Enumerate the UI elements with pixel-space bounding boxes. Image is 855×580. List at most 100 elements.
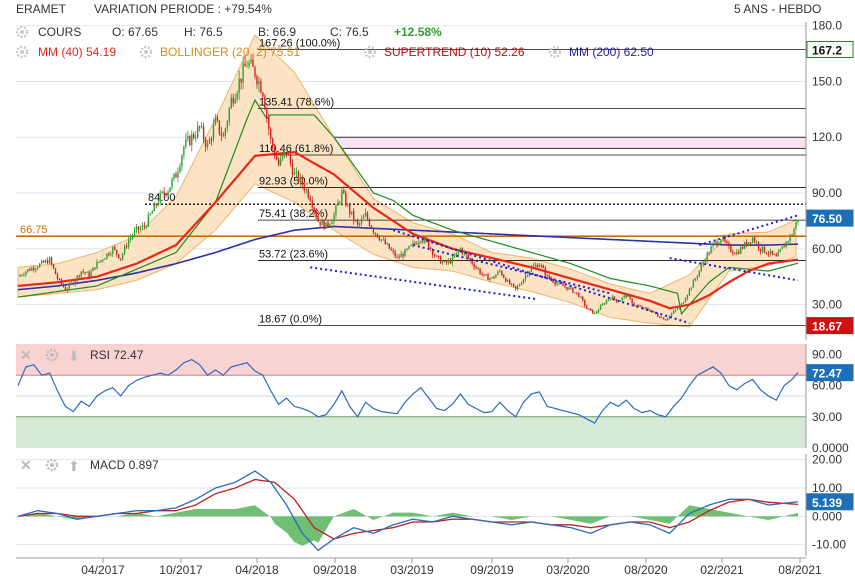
candle-body <box>449 260 452 264</box>
candle-body <box>536 264 539 268</box>
candle-body <box>512 283 515 287</box>
candle-body <box>224 128 227 136</box>
candle-body <box>268 117 270 129</box>
candle-body <box>64 287 67 291</box>
candle-body <box>665 319 667 321</box>
candle-body <box>661 317 663 319</box>
candle-body <box>580 296 582 298</box>
candle-body <box>358 223 361 225</box>
candle-body <box>566 287 568 290</box>
rsi-tick-label: 30.00 <box>812 410 842 424</box>
macd-tick-label: 20.00 <box>812 453 842 467</box>
candle-body <box>137 226 140 230</box>
candle-body <box>356 220 359 225</box>
candle-body <box>293 172 296 175</box>
candle-body <box>238 78 240 93</box>
candle-body <box>716 241 718 245</box>
candle-body <box>753 237 756 243</box>
candle-body <box>791 235 793 237</box>
rsi-tick-label: 90.00 <box>812 347 842 361</box>
candle-body <box>141 225 144 228</box>
candle-body <box>48 257 51 264</box>
candle-body <box>538 265 541 268</box>
candle-body <box>682 302 685 304</box>
candle-body <box>509 280 511 285</box>
candle-body <box>435 255 438 257</box>
candle-body <box>623 295 625 298</box>
oversold-zone <box>16 416 806 448</box>
candle-body <box>108 253 110 256</box>
candle-body <box>220 133 223 136</box>
candle-body <box>74 280 76 285</box>
candle-body <box>41 260 43 264</box>
gear-icon[interactable] <box>45 458 59 472</box>
candle-body <box>477 267 479 270</box>
candle-body <box>197 126 199 138</box>
close-icon[interactable]: ✕ <box>20 347 32 363</box>
candle-body <box>483 274 485 276</box>
candle-body <box>42 260 45 263</box>
candle-body <box>50 257 53 264</box>
candle-body <box>643 307 645 309</box>
candle-body <box>672 311 675 314</box>
candle-body <box>25 271 27 275</box>
candle-body <box>720 239 722 243</box>
candle-body <box>726 241 728 244</box>
supertrend-label: SUPERTREND (10) 52.26 <box>384 45 525 59</box>
candle-body <box>759 248 762 252</box>
candle-body <box>657 314 659 317</box>
candle-body <box>714 241 716 243</box>
candle-body <box>605 300 608 304</box>
candle-body <box>587 308 590 310</box>
candle-body <box>696 276 698 279</box>
candle-body <box>116 249 118 255</box>
candle-body <box>376 233 379 238</box>
candle-body <box>254 66 256 77</box>
candle-body <box>625 295 627 297</box>
value-tag-text: 18.67 <box>812 320 842 334</box>
candle-body <box>659 316 661 318</box>
candle-body <box>193 134 195 138</box>
candle-body <box>491 277 493 279</box>
candle-body <box>275 156 278 160</box>
candle-body <box>295 171 298 173</box>
candle-body <box>584 300 586 306</box>
candle-body <box>274 147 276 157</box>
candle-body <box>191 134 193 146</box>
candle-body <box>497 271 499 275</box>
candle-body <box>303 184 306 191</box>
value-tag-text: 72.47 <box>812 367 842 381</box>
candle-body <box>37 267 39 269</box>
price-tick-label: 90.00 <box>812 186 842 200</box>
candle-body <box>121 253 124 260</box>
candle-body <box>31 267 33 271</box>
candle-body <box>151 211 153 214</box>
candle-body <box>771 250 774 255</box>
candle-body <box>698 270 700 277</box>
candle-body <box>516 286 519 289</box>
candle-body <box>380 239 383 241</box>
candle-body <box>487 274 489 280</box>
candle-body <box>526 275 529 277</box>
candle-body <box>177 171 179 178</box>
candle-body <box>202 126 205 140</box>
candle-body <box>29 269 31 271</box>
candle-body <box>277 159 280 166</box>
candle-body <box>283 152 286 156</box>
candle-body <box>153 203 155 212</box>
candle-body <box>765 252 768 254</box>
candle-body <box>362 216 365 219</box>
candle-body <box>27 269 29 272</box>
candle-body <box>394 251 396 257</box>
move-up-icon[interactable]: ⬆ <box>68 458 80 474</box>
candle-body <box>795 221 797 229</box>
close-icon[interactable]: ✕ <box>20 457 32 473</box>
candle-body <box>451 257 454 264</box>
candle-body <box>734 253 736 255</box>
candle-body <box>145 226 148 228</box>
candle-body <box>165 193 167 196</box>
candle-body <box>321 220 323 226</box>
candle-body <box>337 202 339 206</box>
candle-body <box>481 273 483 275</box>
move-down-icon[interactable]: ⬇ <box>68 348 80 364</box>
